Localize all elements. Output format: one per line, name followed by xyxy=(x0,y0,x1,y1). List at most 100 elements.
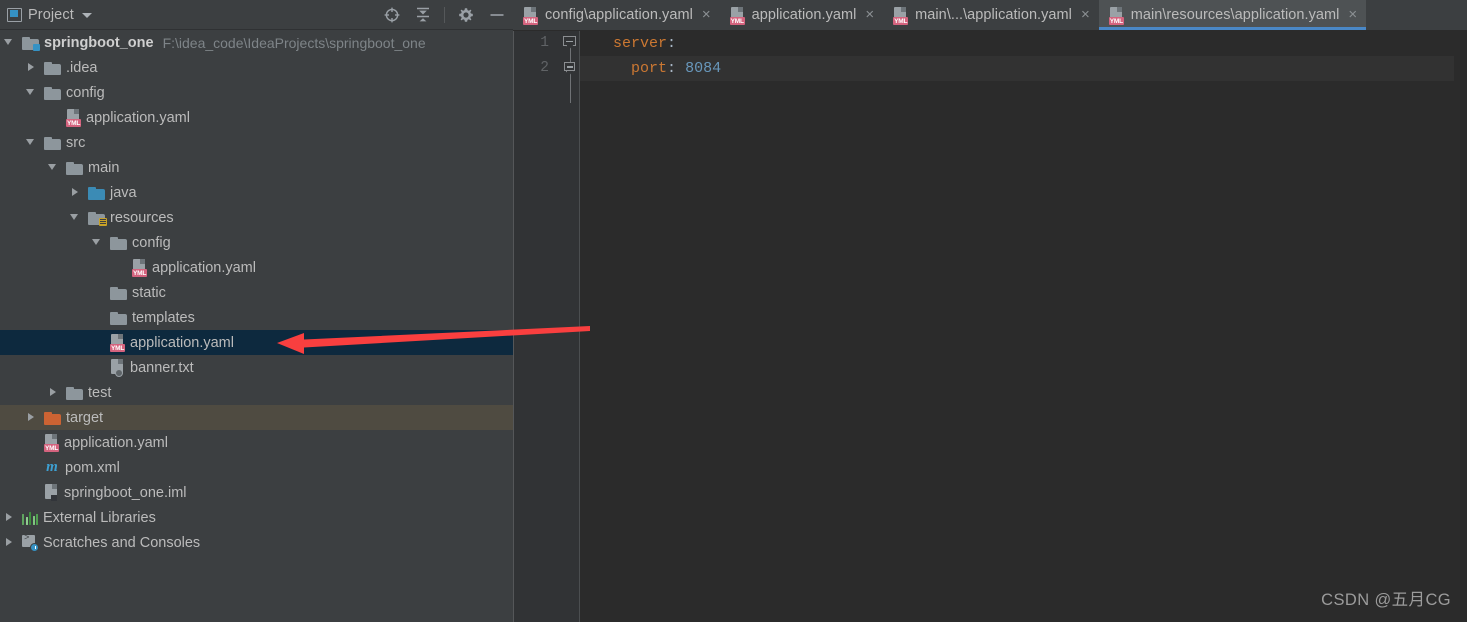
project-panel-title-group[interactable]: Project xyxy=(0,7,92,23)
editor-scrollbar-track[interactable] xyxy=(1454,31,1467,622)
gear-icon[interactable] xyxy=(456,5,476,25)
tree-row-label: test xyxy=(88,384,112,401)
gutter-divider xyxy=(513,31,514,622)
tree-row-label: springboot_one.iml xyxy=(64,484,187,501)
tree-row[interactable]: YML application.yaml xyxy=(0,255,513,280)
tree-row[interactable]: YML application.yaml xyxy=(0,330,513,355)
twisty-collapsed-icon[interactable] xyxy=(4,505,16,530)
fold-collapse-icon[interactable] xyxy=(563,62,577,76)
iml-file-icon xyxy=(44,484,59,501)
yaml-file-icon: YML xyxy=(729,6,745,25)
minimize-icon[interactable] xyxy=(487,5,507,25)
tree-row[interactable]: static xyxy=(0,280,513,305)
tree-row[interactable]: main xyxy=(0,155,513,180)
tree-row[interactable]: src xyxy=(0,130,513,155)
scratches-console-icon xyxy=(22,533,39,552)
yaml-file-icon: YML xyxy=(893,6,909,25)
sources-root-folder-icon xyxy=(88,186,105,200)
twisty-collapsed-icon[interactable] xyxy=(70,180,82,205)
tree-row[interactable]: banner.txt xyxy=(0,355,513,380)
tree-row[interactable]: m pom.xml xyxy=(0,455,513,480)
idea-window: Project springboot_one F:\idea_code\Idea… xyxy=(0,0,1467,622)
tree-row[interactable]: External Libraries xyxy=(0,505,513,530)
close-icon[interactable]: × xyxy=(702,7,711,22)
tree-row-label: config xyxy=(66,84,105,101)
tree-row-label: application.yaml xyxy=(86,109,190,126)
tree-row-label: application.yaml xyxy=(130,334,234,351)
tree-row-label: application.yaml xyxy=(152,259,256,276)
code-text-area[interactable]: server: port: 8084 xyxy=(580,31,1467,622)
twisty-collapsed-icon[interactable] xyxy=(26,405,38,430)
tree-row-label: target xyxy=(66,409,104,426)
folder-icon xyxy=(110,286,127,300)
excluded-folder-icon xyxy=(44,411,61,425)
tree-row[interactable]: test xyxy=(0,380,513,405)
editor-tab[interactable]: YML main\...\application.yaml × xyxy=(883,0,1099,30)
tree-row[interactable]: java xyxy=(0,180,513,205)
twisty-expanded-icon[interactable] xyxy=(48,155,60,180)
code-line[interactable]: port: 8084 xyxy=(580,56,1467,81)
tree-row-label: templates xyxy=(132,309,195,326)
twisty-placeholder xyxy=(26,480,38,505)
tree-row[interactable]: templates xyxy=(0,305,513,330)
tree-row-label: Scratches and Consoles xyxy=(43,534,201,551)
code-line[interactable]: server: xyxy=(580,31,1467,56)
project-panel-header: Project xyxy=(0,0,513,30)
project-module-folder-icon xyxy=(22,36,40,51)
yaml-colon: : xyxy=(667,60,677,77)
tree-row[interactable]: target xyxy=(0,405,513,430)
editor-tab[interactable]: YML application.yaml × xyxy=(719,0,884,30)
tree-row[interactable]: config xyxy=(0,230,513,255)
tree-row-label: src xyxy=(66,134,86,151)
twisty-expanded-icon[interactable] xyxy=(70,205,82,230)
editor-tab-label: main\...\application.yaml xyxy=(915,7,1072,23)
editor-tab-label: main\resources\application.yaml xyxy=(1130,7,1340,23)
close-icon[interactable]: × xyxy=(865,7,874,22)
line-number: 1 xyxy=(540,35,549,51)
twisty-collapsed-icon[interactable] xyxy=(48,380,60,405)
yaml-value: 8084 xyxy=(685,60,722,77)
chevron-down-icon[interactable] xyxy=(81,13,92,18)
twisty-collapsed-icon[interactable] xyxy=(26,55,38,80)
editor-gutter: 12 xyxy=(513,31,580,622)
fold-collapse-icon[interactable] xyxy=(563,36,577,50)
twisty-placeholder xyxy=(26,455,38,480)
tree-row-label: config xyxy=(132,234,171,251)
tree-row[interactable]: springboot_one F:\idea_code\IdeaProjects\… xyxy=(0,30,513,55)
editor-tab[interactable]: YML config\application.yaml × xyxy=(513,0,720,30)
twisty-expanded-icon[interactable] xyxy=(26,130,38,155)
watermark: CSDN @五月CG xyxy=(1321,591,1451,609)
folder-icon xyxy=(44,61,61,75)
line-number-column: 12 xyxy=(513,31,555,81)
tree-row[interactable]: resources xyxy=(0,205,513,230)
close-icon[interactable]: × xyxy=(1348,7,1357,22)
folder-icon xyxy=(66,386,83,400)
close-icon[interactable]: × xyxy=(1081,7,1090,22)
twisty-expanded-icon[interactable] xyxy=(26,80,38,105)
tree-row[interactable]: config xyxy=(0,80,513,105)
tree-row[interactable]: YML application.yaml xyxy=(0,105,513,130)
editor-tab[interactable]: YML main\resources\application.yaml × xyxy=(1098,0,1367,30)
toolbar-separator xyxy=(444,7,445,23)
twisty-expanded-icon[interactable] xyxy=(4,30,16,55)
tree-row-label: resources xyxy=(110,209,174,226)
panel-toolbar xyxy=(382,0,507,30)
scroll-from-source-icon[interactable] xyxy=(382,5,402,25)
yaml-file-icon: YML xyxy=(1108,6,1124,25)
twisty-placeholder xyxy=(48,105,60,130)
tree-row-label: External Libraries xyxy=(43,509,156,526)
tree-row[interactable]: springboot_one.iml xyxy=(0,480,513,505)
collapse-all-icon[interactable] xyxy=(413,5,433,25)
twisty-placeholder xyxy=(92,305,104,330)
project-tree[interactable]: springboot_one F:\idea_code\IdeaProjects\… xyxy=(0,30,513,555)
folder-icon xyxy=(44,86,61,100)
tree-row[interactable]: Scratches and Consoles xyxy=(0,530,513,555)
tree-row[interactable]: .idea xyxy=(0,55,513,80)
tree-row[interactable]: YML application.yaml xyxy=(0,430,513,455)
yaml-key: server xyxy=(613,35,668,52)
twisty-expanded-icon[interactable] xyxy=(92,230,104,255)
twisty-collapsed-icon[interactable] xyxy=(4,530,16,555)
tree-row-label: .idea xyxy=(66,59,98,76)
